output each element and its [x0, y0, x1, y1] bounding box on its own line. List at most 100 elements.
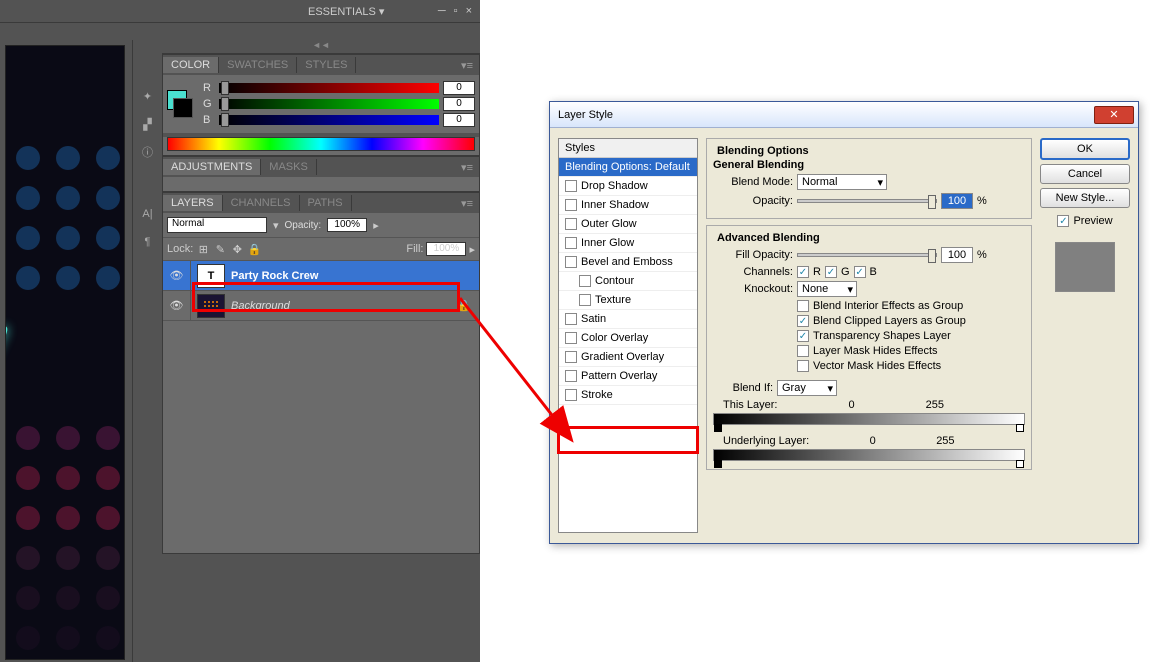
- panel-menu-icon[interactable]: ▾≡: [455, 57, 479, 74]
- r-value[interactable]: 0: [443, 81, 475, 95]
- style-item-contour[interactable]: Contour: [559, 272, 697, 291]
- visibility-icon[interactable]: 👁: [163, 261, 191, 290]
- layer-row[interactable]: 👁 T Party Rock Crew: [163, 261, 479, 291]
- style-item-inner-shadow[interactable]: Inner Shadow: [559, 196, 697, 215]
- blend-if-select[interactable]: Gray: [777, 380, 837, 396]
- fill-input[interactable]: 100%: [426, 242, 466, 256]
- layer-style-dialog: Layer Style ✕ Styles Blending Options: D…: [549, 101, 1139, 544]
- preview-swatch: [1055, 242, 1115, 292]
- restore-icon[interactable]: ▫: [454, 5, 458, 17]
- tab-layers[interactable]: LAYERS: [163, 195, 223, 211]
- fill-opacity-slider[interactable]: [797, 253, 937, 257]
- visibility-icon[interactable]: 👁: [163, 291, 191, 320]
- layer-name[interactable]: Party Rock Crew: [231, 270, 318, 282]
- checkbox[interactable]: [579, 275, 591, 287]
- channel-r-checkbox[interactable]: [797, 266, 809, 278]
- style-item-gradient-overlay[interactable]: Gradient Overlay: [559, 348, 697, 367]
- r-slider[interactable]: [219, 83, 439, 93]
- checkbox[interactable]: [565, 180, 577, 192]
- b-value[interactable]: 0: [443, 113, 475, 127]
- paragraph-icon[interactable]: ¶: [136, 230, 160, 254]
- styles-header[interactable]: Styles: [559, 139, 697, 158]
- style-item-bevel[interactable]: Bevel and Emboss: [559, 253, 697, 272]
- layer-thumb[interactable]: [197, 294, 225, 318]
- style-item-inner-glow[interactable]: Inner Glow: [559, 234, 697, 253]
- style-item-stroke[interactable]: Stroke: [559, 386, 697, 405]
- g-value[interactable]: 0: [443, 97, 475, 111]
- g-slider[interactable]: [219, 99, 439, 109]
- opacity-input[interactable]: 100: [941, 193, 973, 209]
- channel-b-checkbox[interactable]: [854, 266, 866, 278]
- info-icon[interactable]: ⓘ: [136, 140, 160, 164]
- histogram-icon[interactable]: ▞: [136, 112, 160, 136]
- opacity-slider[interactable]: [797, 199, 937, 203]
- lock-all-icon[interactable]: 🔒: [247, 242, 261, 256]
- opacity-input[interactable]: 100%: [327, 218, 367, 232]
- knockout-select[interactable]: None: [797, 281, 857, 297]
- checkbox[interactable]: [565, 218, 577, 230]
- layer-thumb[interactable]: T: [197, 264, 225, 288]
- tab-channels[interactable]: CHANNELS: [223, 195, 300, 211]
- new-style-button[interactable]: New Style...: [1040, 188, 1130, 208]
- opt4-checkbox[interactable]: [797, 345, 809, 357]
- r-label: R: [203, 82, 215, 94]
- lock-transparency-icon[interactable]: ⊞: [196, 242, 210, 256]
- tab-styles[interactable]: STYLES: [297, 57, 356, 73]
- tab-adjustments[interactable]: ADJUSTMENTS: [163, 159, 261, 175]
- compass-icon[interactable]: ✦: [136, 84, 160, 108]
- style-item-pattern-overlay[interactable]: Pattern Overlay: [559, 367, 697, 386]
- style-item-blending-options[interactable]: Blending Options: Default: [559, 158, 697, 177]
- checkbox[interactable]: [565, 199, 577, 211]
- lock-label: Lock:: [167, 243, 193, 255]
- blend-mode-select[interactable]: Normal: [797, 174, 887, 190]
- tab-swatches[interactable]: SWATCHES: [219, 57, 297, 73]
- close-icon[interactable]: ×: [466, 5, 472, 17]
- layer-row[interactable]: 👁 Background 🔒: [163, 291, 479, 321]
- checkbox[interactable]: [565, 237, 577, 249]
- dialog-titlebar[interactable]: Layer Style ✕: [550, 102, 1138, 128]
- panel-collapse-icon[interactable]: ◄◄: [162, 40, 480, 54]
- style-item-color-overlay[interactable]: Color Overlay: [559, 329, 697, 348]
- section-title: Blending Options: [713, 145, 813, 157]
- opt2-checkbox[interactable]: [797, 315, 809, 327]
- style-item-texture[interactable]: Texture: [559, 291, 697, 310]
- style-item-drop-shadow[interactable]: Drop Shadow: [559, 177, 697, 196]
- minimize-icon[interactable]: ─: [438, 5, 446, 17]
- preview-checkbox[interactable]: [1057, 215, 1069, 227]
- blend-mode-select[interactable]: Normal: [167, 217, 267, 233]
- close-button[interactable]: ✕: [1094, 106, 1134, 124]
- checkbox[interactable]: [565, 256, 577, 268]
- character-icon[interactable]: A|: [136, 202, 160, 226]
- background-color[interactable]: [173, 98, 193, 118]
- style-item-satin[interactable]: Satin: [559, 310, 697, 329]
- style-item-outer-glow[interactable]: Outer Glow: [559, 215, 697, 234]
- checkbox[interactable]: [565, 370, 577, 382]
- channel-g-checkbox[interactable]: [825, 266, 837, 278]
- lock-paint-icon[interactable]: ✎: [213, 242, 227, 256]
- workspace-dropdown[interactable]: ESSENTIALS ▾: [308, 5, 384, 18]
- tab-color[interactable]: COLOR: [163, 57, 219, 73]
- lock-position-icon[interactable]: ✥: [230, 242, 244, 256]
- spectrum-bar[interactable]: [167, 137, 475, 151]
- canvas-preview[interactable]: y: [5, 45, 125, 660]
- opt5-checkbox[interactable]: [797, 360, 809, 372]
- ok-button[interactable]: OK: [1040, 138, 1130, 160]
- this-layer-gradient[interactable]: [713, 413, 1025, 425]
- panel-menu-icon[interactable]: ▾≡: [455, 159, 479, 176]
- opt1-checkbox[interactable]: [797, 300, 809, 312]
- fill-opacity-input[interactable]: 100: [941, 247, 973, 263]
- checkbox[interactable]: [565, 389, 577, 401]
- panel-menu-icon[interactable]: ▾≡: [455, 195, 479, 212]
- under-layer-gradient[interactable]: [713, 449, 1025, 461]
- color-swatches[interactable]: [167, 90, 195, 118]
- b-slider[interactable]: [219, 115, 439, 125]
- opt3-checkbox[interactable]: [797, 330, 809, 342]
- cancel-button[interactable]: Cancel: [1040, 164, 1130, 184]
- checkbox[interactable]: [565, 351, 577, 363]
- checkbox[interactable]: [579, 294, 591, 306]
- tab-masks[interactable]: MASKS: [261, 159, 317, 175]
- layer-name[interactable]: Background: [231, 300, 290, 312]
- tab-paths[interactable]: PATHS: [300, 195, 352, 211]
- checkbox[interactable]: [565, 313, 577, 325]
- checkbox[interactable]: [565, 332, 577, 344]
